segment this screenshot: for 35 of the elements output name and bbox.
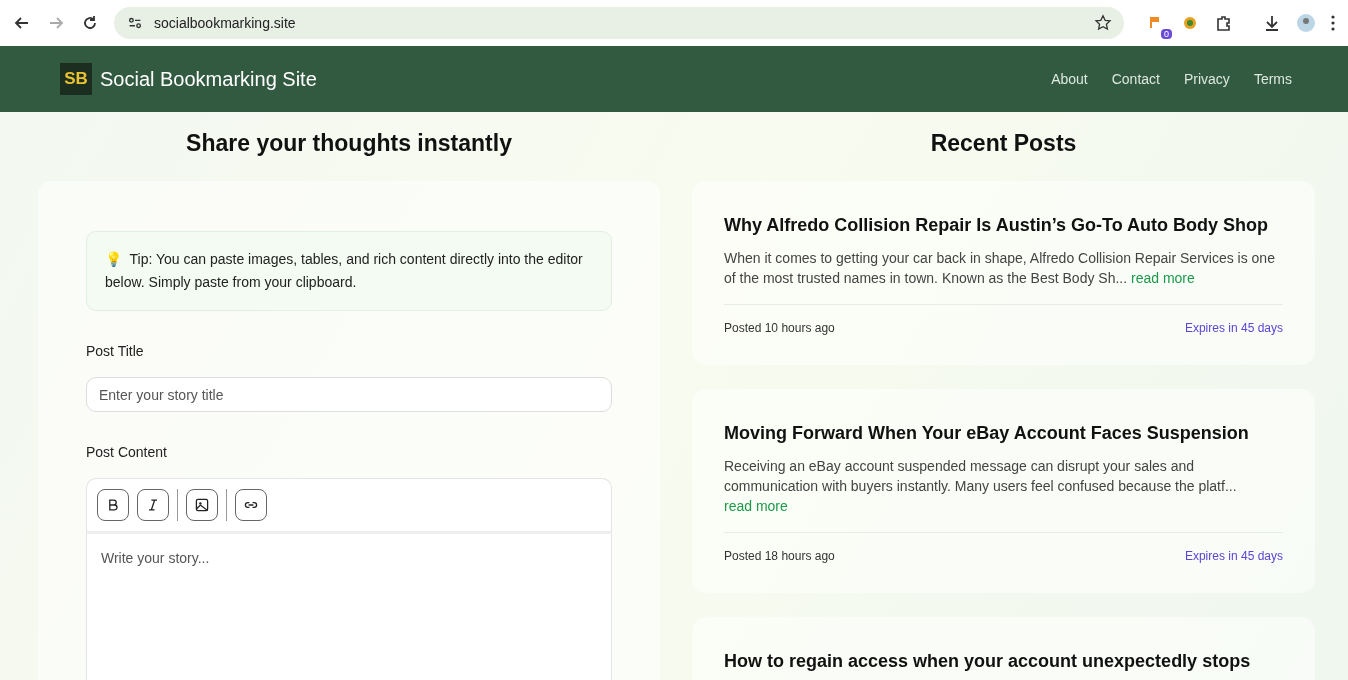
posted-time: Posted 18 hours ago (724, 549, 835, 563)
profile-avatar-icon[interactable] (1296, 13, 1316, 33)
nav-link[interactable]: About (1051, 71, 1088, 87)
url-text: socialbookmarking.site (154, 15, 297, 31)
italic-button[interactable] (137, 489, 169, 521)
post-title[interactable]: Why Alfredo Collision Repair Is Austin’s Go-To Auto Body Shop (724, 215, 1283, 236)
read-more-link[interactable]: read more (724, 498, 788, 514)
star-icon[interactable] (1094, 14, 1112, 32)
posted-time: Posted 10 hours ago (724, 321, 835, 335)
site-name[interactable]: Social Bookmarking Site (100, 67, 317, 91)
expiry-text: Expires in 45 days (1184, 321, 1283, 335)
address-bar[interactable]: socialbookmarking.site (114, 7, 1124, 39)
post-excerpt: When it comes to getting your car back in shape, Alfredo Collision Repair Services is one of the most trusted names in town. Known as the Best Body Sh... read more (724, 249, 1276, 288)
link-button[interactable] (235, 489, 267, 521)
post-title[interactable]: How to regain access when your account unexpectedly stops (724, 651, 1283, 672)
section-heading: Recent Posts (929, 130, 1078, 157)
expiry-text: Expires in 45 days (1184, 549, 1283, 563)
tip-text: 💡 Tip: You can paste images, tables, and rich content directly into the editor below. Simply paste from your clipboard. (105, 250, 584, 292)
field-label: Post Content (86, 444, 168, 460)
site-logo[interactable]: SB (60, 63, 92, 95)
content-input-field[interactable]: Write your story... (86, 534, 612, 680)
post-title[interactable]: Moving Forward When Your eBay Account Faces Suspension (724, 423, 1283, 444)
nav-link[interactable]: Contact (1111, 71, 1160, 87)
field-label: Post Title (86, 343, 145, 359)
bold-button[interactable] (97, 489, 129, 521)
title-input-field[interactable]: Enter your story title (86, 377, 612, 412)
image-icon (194, 497, 210, 513)
menu-icon[interactable] (1330, 13, 1336, 33)
extension-badge: 0 (1161, 29, 1172, 39)
section-heading: Share your thoughts instantly (185, 130, 513, 157)
nav-link[interactable]: Terms (1253, 71, 1292, 87)
read-more-link[interactable]: read more (1131, 270, 1195, 286)
image-button[interactable] (186, 489, 218, 521)
post-excerpt: Receiving an eBay account suspended message can disrupt your sales and communication with buyers instantly. Many users feel confused because the platf... read more (724, 457, 1238, 516)
nav-link[interactable]: Privacy (1183, 71, 1230, 87)
